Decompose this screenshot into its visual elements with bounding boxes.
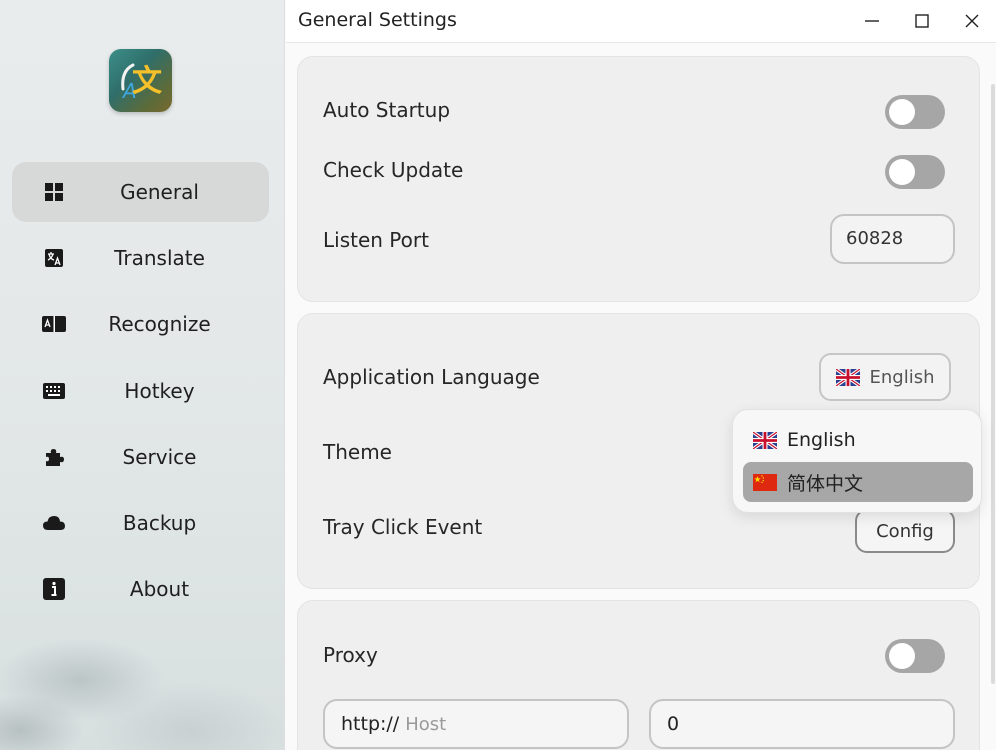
language-option-chinese[interactable]: 简体中文 — [743, 462, 973, 502]
svg-text:文: 文 — [132, 64, 162, 99]
proxy-scheme: http:// — [341, 713, 400, 735]
general-card: Auto Startup Check Update Listen Port 60… — [297, 56, 980, 302]
app-logo-icon: A 文 — [121, 63, 162, 103]
sidebar-item-hotkey[interactable]: Hotkey — [12, 361, 269, 421]
check-update-label: Check Update — [323, 158, 464, 182]
uk-flag-icon — [835, 368, 860, 386]
maximize-button[interactable] — [902, 6, 942, 36]
minimize-button[interactable] — [852, 6, 892, 36]
auto-startup-label: Auto Startup — [323, 98, 451, 122]
auto-startup-toggle[interactable] — [885, 95, 945, 129]
tray-config-button[interactable]: Config — [855, 509, 955, 553]
app-logo: A 文 — [109, 49, 172, 112]
china-flag-icon — [753, 473, 777, 491]
language-option-label: 简体中文 — [787, 472, 864, 495]
sidebar-item-label: Recognize — [108, 312, 211, 337]
proxy-card: Proxy http:// Host 0 — [297, 600, 980, 750]
sidebar-item-label: General — [120, 180, 199, 204]
listen-port-input[interactable]: 60828 — [830, 214, 955, 264]
content-scrollbar[interactable] — [990, 44, 996, 684]
window-title: General Settings — [298, 9, 457, 31]
title-bar: General Settings — [286, 0, 996, 43]
minimize-icon — [865, 20, 879, 22]
language-dropdown: English 简体中文 — [732, 409, 982, 513]
app-language-select[interactable]: English — [819, 353, 951, 401]
proxy-port-field[interactable]: 0 — [649, 699, 955, 749]
settings-content: Auto Startup Check Update Listen Port 60… — [286, 44, 996, 750]
close-icon — [965, 14, 979, 28]
proxy-label: Proxy — [323, 643, 378, 667]
close-button[interactable] — [952, 6, 992, 36]
maximize-icon — [915, 14, 929, 28]
listen-port-label: Listen Port — [323, 228, 429, 252]
uk-flag-icon — [753, 431, 777, 449]
sidebar-item-general[interactable]: General — [12, 162, 269, 222]
sidebar-item-recognize[interactable]: Recognize — [12, 294, 269, 354]
check-update-toggle[interactable] — [885, 155, 945, 189]
sidebar-item-service[interactable]: Service — [12, 427, 269, 487]
scrollbar-thumb[interactable] — [991, 84, 995, 684]
language-option-label: English — [787, 429, 856, 451]
sidebar-item-label: Backup — [122, 510, 197, 535]
sidebar-item-about[interactable]: About — [12, 559, 269, 619]
theme-label: Theme — [323, 440, 392, 464]
proxy-host-field[interactable]: http:// Host — [323, 699, 629, 749]
app-language-label: Application Language — [323, 365, 540, 389]
sidebar-item-label: Translate — [114, 246, 205, 271]
sidebar-nav: General Translate Recognize Hotkey Servi… — [12, 162, 269, 625]
sidebar-item-label: Service — [122, 444, 197, 469]
proxy-host-placeholder: Host — [405, 713, 447, 735]
language-option-english[interactable]: English — [743, 420, 973, 460]
app-language-value: English — [869, 366, 935, 388]
sidebar-item-label: About — [129, 577, 190, 602]
sidebar-item-label: Hotkey — [124, 378, 195, 403]
sidebar-item-backup[interactable]: Backup — [12, 493, 269, 553]
sidebar-item-translate[interactable]: Translate — [12, 228, 269, 288]
proxy-toggle[interactable] — [885, 639, 945, 673]
tray-click-label: Tray Click Event — [323, 515, 483, 539]
sidebar: A 文 General Translate Recognize Hotkey S… — [0, 0, 285, 750]
